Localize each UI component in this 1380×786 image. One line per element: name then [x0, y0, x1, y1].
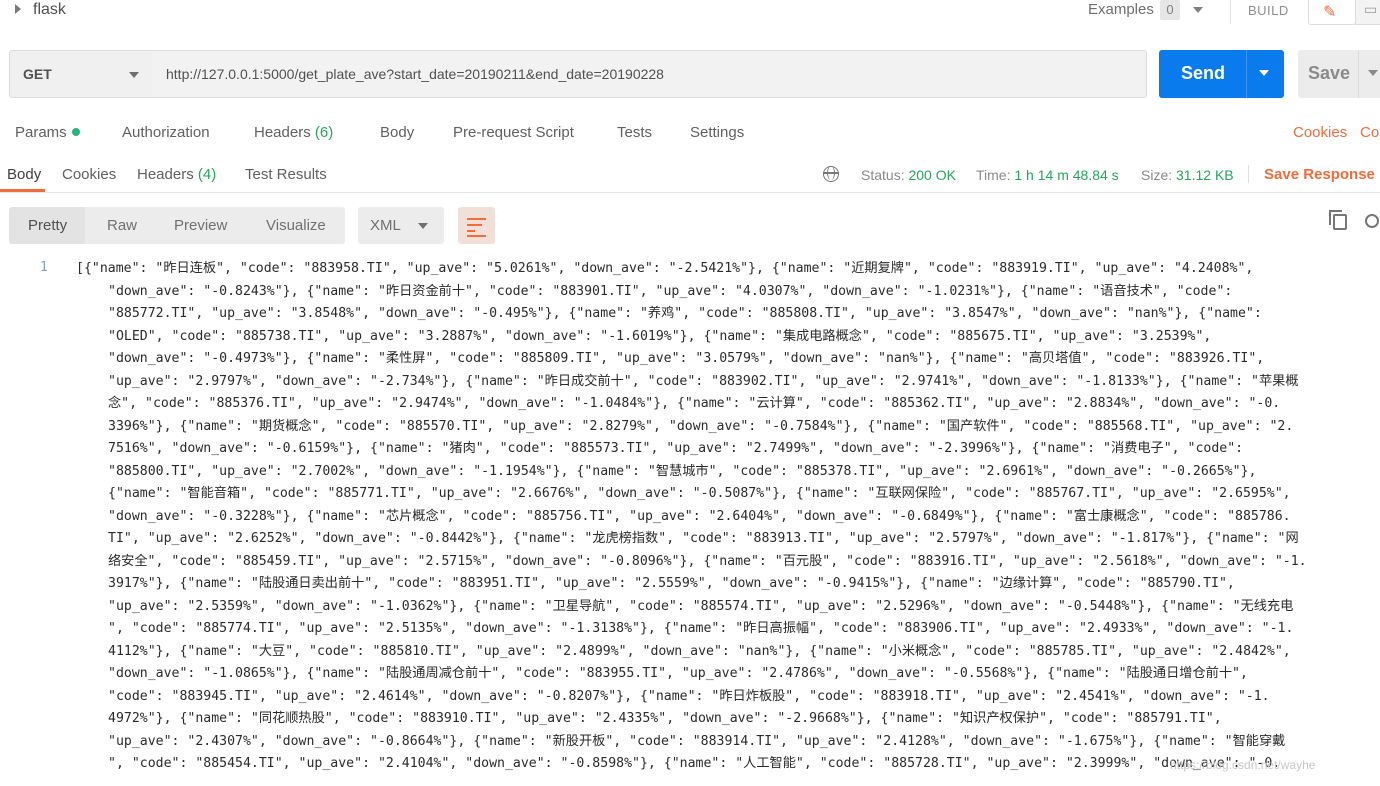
collapse-caret-icon[interactable] — [15, 4, 21, 14]
save-button[interactable]: Save — [1298, 50, 1380, 98]
code-line: "up_ave": "2.4307%", "down_ave": "-0.866… — [108, 733, 1286, 749]
format-select[interactable]: XML — [358, 207, 444, 244]
collection-title: flask — [33, 1, 66, 18]
globe-icon[interactable] — [823, 166, 839, 182]
size-info: Size: 31.12 KB — [1141, 167, 1234, 183]
code-line: 念", "code": "885376.TI", "up_ave": "2.94… — [108, 396, 1281, 411]
view-preview-button[interactable]: Preview — [174, 217, 227, 234]
response-tab-headers-label: Headers — [137, 166, 194, 183]
copy-icon[interactable] — [1329, 210, 1347, 230]
view-raw-button[interactable]: Raw — [107, 217, 137, 234]
send-button[interactable]: Send — [1159, 50, 1284, 98]
code-line: ", "code": "885774.TI", "up_ave": "2.513… — [108, 621, 1294, 636]
time-info: Time: 1 h 14 m 48.84 s — [976, 167, 1119, 183]
tab-body[interactable]: Body — [380, 124, 414, 141]
status-divider — [1248, 165, 1249, 183]
code-line: "885800.TI", "up_ave": "2.7002%", "down_… — [108, 463, 1257, 479]
chevron-down-icon[interactable] — [1193, 7, 1203, 13]
code-line: ", "code": "885454.TI", "up_ave": "2.410… — [108, 756, 1281, 771]
params-active-dot — [71, 128, 80, 136]
send-label: Send — [1181, 63, 1226, 83]
response-tab-test-results[interactable]: Test Results — [245, 166, 327, 183]
comment-icon: ▭ — [1364, 1, 1378, 17]
code-line: "down_ave": "-0.3228%"}, {"name": "芯片概念"… — [108, 508, 1291, 524]
code-line: 7516%", "down_ave": "-0.6159%"}, {"name"… — [108, 441, 1244, 456]
wrap-icon-line — [467, 218, 486, 220]
code-line: "up_ave": "2.9797%", "down_ave": "-2.734… — [108, 373, 1299, 389]
code-line: "up_ave": "2.5359%", "down_ave": "-1.036… — [108, 598, 1294, 614]
line-number: 1 — [40, 260, 48, 275]
active-tab-indicator — [0, 189, 45, 192]
code-line: 络安全", "code": "885459.TI", "up_ave": "2.… — [108, 553, 1307, 569]
code-line: 4112%"}, {"name": "大豆", "code": "885810.… — [108, 643, 1291, 659]
response-tab-body[interactable]: Body — [7, 166, 41, 183]
response-tab-headers-count: (4) — [197, 166, 217, 183]
save-label: Save — [1308, 63, 1351, 83]
examples-count-badge: 0 — [1160, 0, 1180, 20]
size-value: 31.12 KB — [1176, 167, 1234, 183]
tab-headers-count: (6) — [314, 124, 334, 141]
chevron-down-icon — [129, 72, 139, 78]
search-icon[interactable] — [1365, 214, 1379, 228]
save-response-button[interactable]: Save Response — [1264, 166, 1375, 183]
code-line: {"name": "智能音箱", "code": "885771.TI", "u… — [108, 486, 1291, 501]
tab-headers-label: Headers — [254, 124, 311, 141]
size-label: Size: — [1141, 167, 1173, 183]
status-info: Status: 200 OK — [861, 167, 956, 183]
wrap-lines-button[interactable] — [458, 207, 495, 244]
build-button[interactable]: BUILD — [1248, 3, 1289, 18]
tab-params[interactable]: Params — [15, 124, 80, 141]
code-line: "down_ave": "-0.8243%"}, {"name": "昨日资金前… — [108, 283, 1233, 299]
code-line: [{"name": "昨日连板", "code": "883958.TI", "… — [76, 261, 1254, 276]
code-line: TI", "up_ave": "2.6252%", "down_ave": "-… — [108, 531, 1299, 546]
watermark-text: https://blog.csdn.net/wayhe — [1170, 758, 1316, 772]
response-tab-headers[interactable]: Headers (4) — [137, 166, 216, 183]
code-line: 3396%"}, {"name": "期货概念", "code": "88557… — [108, 418, 1294, 434]
comments-button[interactable]: ▭ — [1355, 0, 1380, 25]
response-divider — [0, 192, 1380, 193]
tab-headers[interactable]: Headers (6) — [254, 124, 333, 141]
send-options-chevron-icon[interactable] — [1259, 70, 1269, 76]
examples-dropdown-label[interactable]: Examples — [1088, 1, 1154, 18]
format-label: XML — [370, 217, 401, 234]
wrap-icon-line — [467, 235, 486, 237]
method-select[interactable]: GET — [9, 50, 153, 98]
view-visualize-button[interactable]: Visualize — [266, 217, 326, 234]
send-divider — [1246, 50, 1247, 98]
method-label: GET — [23, 66, 52, 82]
tab-settings[interactable]: Settings — [690, 124, 744, 141]
code-line: 3917%"}, {"name": "陆股通日卖出前十", "code": "8… — [108, 576, 1235, 591]
time-label: Time: — [976, 167, 1011, 183]
cookies-link[interactable]: Cookies — [1293, 124, 1347, 141]
header-divider — [1230, 0, 1231, 24]
save-divider — [1358, 50, 1359, 98]
code-line: 4972%"}, {"name": "同花顺热股", "code": "8839… — [108, 711, 1222, 726]
code-line: "down_ave": "-1.0865%"}, {"name": "陆股通周减… — [108, 666, 1248, 681]
wrap-icon-line — [467, 224, 482, 226]
code-link[interactable]: Co — [1360, 124, 1379, 141]
code-line: "code": "883945.TI", "up_ave": "2.4614%"… — [108, 688, 1270, 704]
view-pretty-button[interactable]: Pretty — [28, 217, 67, 234]
code-line: "OLED", "code": "885738.TI", "up_ave": "… — [108, 328, 1212, 344]
response-tab-cookies[interactable]: Cookies — [62, 166, 116, 183]
chevron-down-icon — [418, 223, 428, 229]
url-text: http://127.0.0.1:5000/get_plate_ave?star… — [166, 66, 664, 82]
save-options-chevron-icon[interactable] — [1368, 70, 1378, 76]
tab-params-label: Params — [15, 124, 67, 141]
code-line: "down_ave": "-0.4973%"}, {"name": "柔性屏",… — [108, 351, 1265, 366]
code-line: "885772.TI", "up_ave": "3.8548%", "down_… — [108, 306, 1262, 321]
status-label: Status: — [861, 167, 905, 183]
edit-button[interactable]: ✎ — [1308, 0, 1356, 25]
pencil-icon: ✎ — [1323, 4, 1337, 21]
tab-tests[interactable]: Tests — [617, 124, 652, 141]
time-value: 1 h 14 m 48.84 s — [1014, 167, 1119, 183]
tab-authorization[interactable]: Authorization — [122, 124, 210, 141]
tab-prerequest-script[interactable]: Pre-request Script — [453, 124, 574, 141]
wrap-icon-line — [467, 230, 475, 232]
url-input[interactable]: http://127.0.0.1:5000/get_plate_ave?star… — [152, 50, 1147, 98]
status-value: 200 OK — [908, 167, 956, 183]
